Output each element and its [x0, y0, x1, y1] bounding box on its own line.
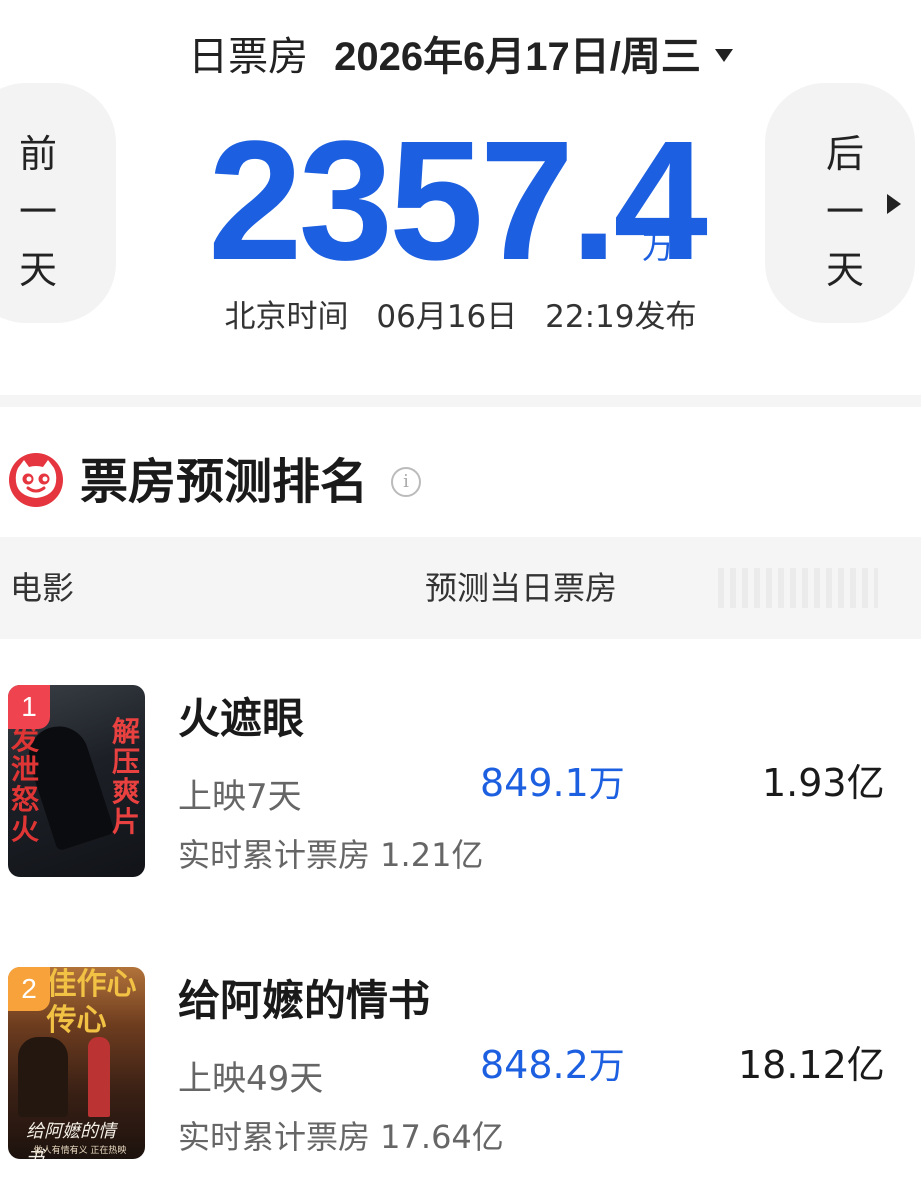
- play-arrow-icon: [887, 194, 901, 214]
- forecast-unit: 万: [588, 764, 625, 805]
- info-icon[interactable]: i: [391, 467, 421, 497]
- release-days: 上映49天: [178, 1059, 324, 1099]
- prev-day-button[interactable]: 前一天: [0, 83, 116, 323]
- date-selector[interactable]: 日票房 2026年6月17日/周三: [0, 28, 921, 86]
- forecast-box-office: 848.2万: [480, 1041, 625, 1091]
- poster-text-right: 解压爽片: [111, 715, 140, 838]
- total-box-office-value: 2357.4: [208, 106, 708, 296]
- next-day-label: 后一天: [825, 132, 864, 292]
- section-title: 票房预测排名: [80, 454, 369, 510]
- forecast-value: 848.2: [480, 1043, 589, 1087]
- movie-row[interactable]: 碑佳作心传心 给阿嬷的情书 做人有情有义 正在热映 2 给阿嬷的情书 上映49天…: [0, 965, 921, 1165]
- column-total-blurred: [718, 568, 878, 608]
- movie-title: 火遮眼: [178, 694, 305, 743]
- forecast-box-office: 849.1万: [480, 759, 625, 809]
- column-movie: 电影: [10, 569, 75, 607]
- cumulative-box-office: 实时累计票房 17.64亿: [178, 1118, 504, 1156]
- total-box-office: 18.12亿: [738, 1043, 885, 1087]
- rank-badge: 1: [8, 685, 50, 729]
- poster-figure-man: [18, 1037, 68, 1117]
- section-divider: [0, 395, 921, 407]
- release-date: 06月16日: [376, 299, 518, 335]
- forecast-unit: 万: [588, 1046, 625, 1087]
- movie-title: 给阿嬷的情书: [178, 976, 431, 1025]
- table-header: 电影 预测当日票房: [0, 537, 921, 639]
- forecast-value: 849.1: [480, 761, 589, 805]
- next-day-button[interactable]: 后一天: [765, 83, 915, 323]
- chevron-down-icon[interactable]: [714, 48, 733, 62]
- rank-badge: 2: [8, 967, 50, 1011]
- poster-figure-woman: [88, 1037, 110, 1117]
- release-time: 北京时间 06月16日 22:19发布: [0, 292, 921, 342]
- total-box-office: 1.93亿: [762, 761, 885, 805]
- release-time-text: 22:19发布: [545, 299, 697, 335]
- poster-tagline: 做人有情有义 正在热映: [33, 1146, 127, 1156]
- maoyan-cat-logo-icon: [9, 453, 63, 507]
- daily-box-office-header: 日票房 2026年6月17日/周三 前一天 后一天 2357.4 万 北京时间 0…: [0, 0, 921, 395]
- prev-day-label: 前一天: [18, 132, 57, 292]
- poster-text-left: 发泄怒火: [10, 723, 39, 846]
- forecast-ranking-header: 票房预测排名 i: [0, 440, 921, 530]
- column-forecast: 预测当日票房: [425, 569, 618, 607]
- release-days: 上映7天: [178, 777, 302, 817]
- cumulative-box-office: 实时累计票房 1.21亿: [178, 836, 484, 874]
- release-prefix: 北京时间: [224, 299, 349, 335]
- total-box-office-unit: 万: [642, 228, 675, 266]
- header-label: 日票房: [188, 34, 309, 80]
- header-date: 2026年6月17日/周三: [334, 35, 701, 79]
- movie-row[interactable]: 发泄怒火 解压爽片 1 火遮眼 上映7天 849.1万 1.93亿 实时累计票房…: [0, 683, 921, 883]
